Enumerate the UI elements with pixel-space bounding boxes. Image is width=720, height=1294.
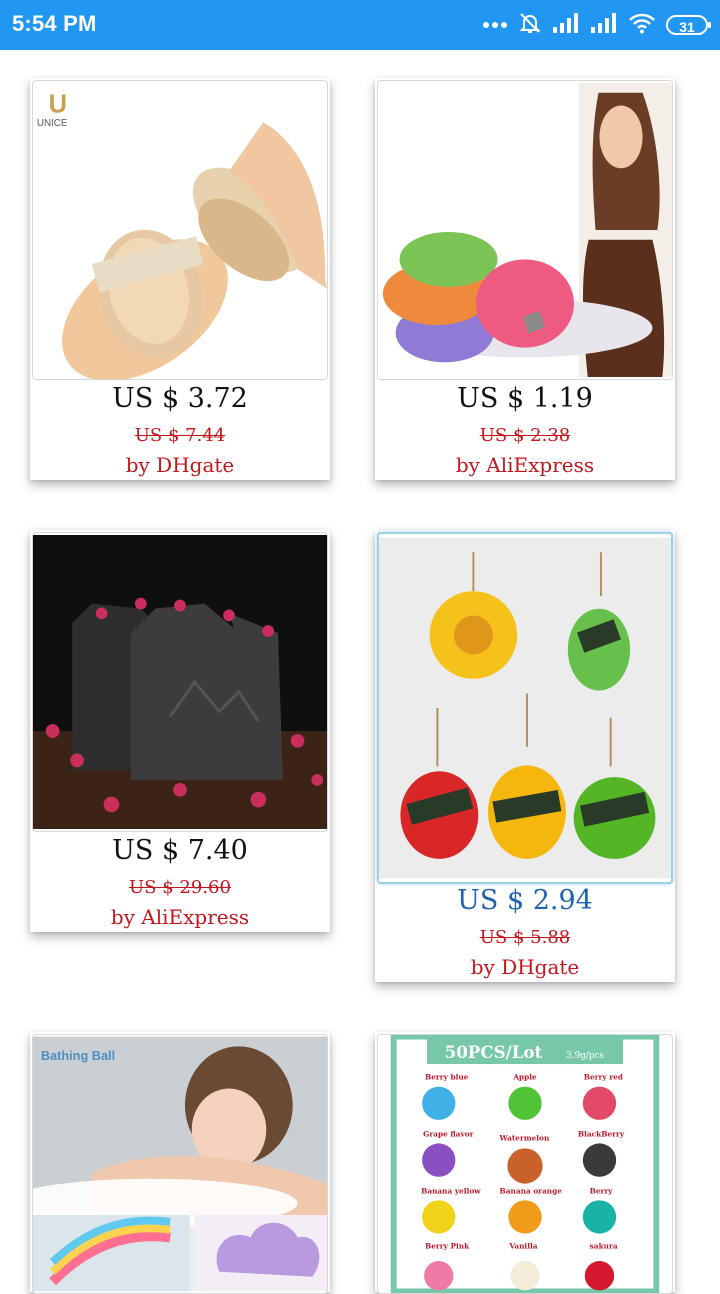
svg-text:Banana yellow: Banana yellow xyxy=(421,1186,481,1195)
status-icons: 31 xyxy=(482,11,711,40)
product-image[interactable]: U UNICE xyxy=(32,80,328,380)
status-time: 5:54 PM xyxy=(12,11,97,36)
status-bar: 5:54 PM 31 xyxy=(0,0,720,50)
bathing-ball-image: Bathing Ball xyxy=(33,1036,327,1292)
image-label: 50PCS/Lot xyxy=(445,1042,543,1062)
signal-icon-2 xyxy=(590,12,618,39)
product-card[interactable]: 50PCS/Lot 3.9g/pcs Berry blue Apple Berr… xyxy=(375,1032,675,1294)
product-image[interactable] xyxy=(377,532,673,884)
svg-text:sakura: sakura xyxy=(590,1241,618,1250)
original-price: US $ 7.44 xyxy=(134,425,226,446)
svg-text:Banana orange: Banana orange xyxy=(500,1186,563,1195)
svg-text:U: U xyxy=(49,90,67,118)
price: US $ 2.94 xyxy=(457,885,593,916)
fruit-soaps-image xyxy=(379,537,671,879)
svg-text:Watermelon: Watermelon xyxy=(499,1133,550,1142)
price: US $ 3.72 xyxy=(112,383,248,414)
original-price: US $ 2.38 xyxy=(479,425,571,446)
svg-text:Berry: Berry xyxy=(590,1186,614,1195)
svg-text:Berry Pink: Berry Pink xyxy=(425,1241,470,1250)
seller-link[interactable]: by AliExpress xyxy=(375,453,675,477)
image-label: Bathing Ball xyxy=(41,1048,115,1063)
seller-link[interactable]: by AliExpress xyxy=(30,905,330,929)
bath-pearls-image: 50PCS/Lot 3.9g/pcs Berry blue Apple Berr… xyxy=(378,1035,672,1293)
svg-text:Berry red: Berry red xyxy=(584,1073,623,1082)
original-price: US $ 29.60 xyxy=(129,877,231,898)
svg-text:Grape flavor: Grape flavor xyxy=(423,1130,474,1139)
product-image[interactable]: 50PCS/Lot 3.9g/pcs Berry blue Apple Berr… xyxy=(377,1034,673,1294)
price: US $ 1.19 xyxy=(457,383,593,414)
bell-muted-icon xyxy=(518,11,542,40)
wifi-icon xyxy=(628,12,656,39)
battery-icon: 31 xyxy=(666,15,711,35)
product-image[interactable] xyxy=(377,80,673,380)
original-price: US $ 5.88 xyxy=(479,927,571,948)
product-card[interactable]: U UNICE US $ 3.72 US $ 7.44 by DHgate xyxy=(30,78,330,480)
seller-link[interactable]: by DHgate xyxy=(375,955,675,979)
product-card[interactable]: US $ 1.19 US $ 2.38 by AliExpress xyxy=(375,78,675,480)
shampoo-bars-image xyxy=(378,83,672,377)
product-card[interactable]: Bathing Ball xyxy=(30,1032,330,1294)
product-image[interactable] xyxy=(32,532,328,832)
image-sublabel: 3.9g/pcs xyxy=(566,1051,604,1061)
svg-text:Berry blue: Berry blue xyxy=(425,1073,469,1082)
product-card[interactable]: US $ 2.94 US $ 5.88 by DHgate xyxy=(375,530,675,982)
svg-text:Vanilla: Vanilla xyxy=(508,1241,537,1250)
brand-logo: UNICE xyxy=(37,118,68,129)
charcoal-soap-image xyxy=(33,535,327,829)
product-card[interactable]: US $ 7.40 US $ 29.60 by AliExpress xyxy=(30,530,330,932)
price: US $ 7.40 xyxy=(112,835,248,866)
svg-text:Apple: Apple xyxy=(512,1073,537,1082)
svg-text:BlackBerry: BlackBerry xyxy=(578,1130,625,1139)
signal-icon xyxy=(552,12,580,39)
product-image[interactable]: Bathing Ball xyxy=(32,1034,328,1294)
seller-link[interactable]: by DHgate xyxy=(30,453,330,477)
more-dots-icon xyxy=(482,16,508,34)
body-brush-image: U UNICE xyxy=(33,83,327,379)
